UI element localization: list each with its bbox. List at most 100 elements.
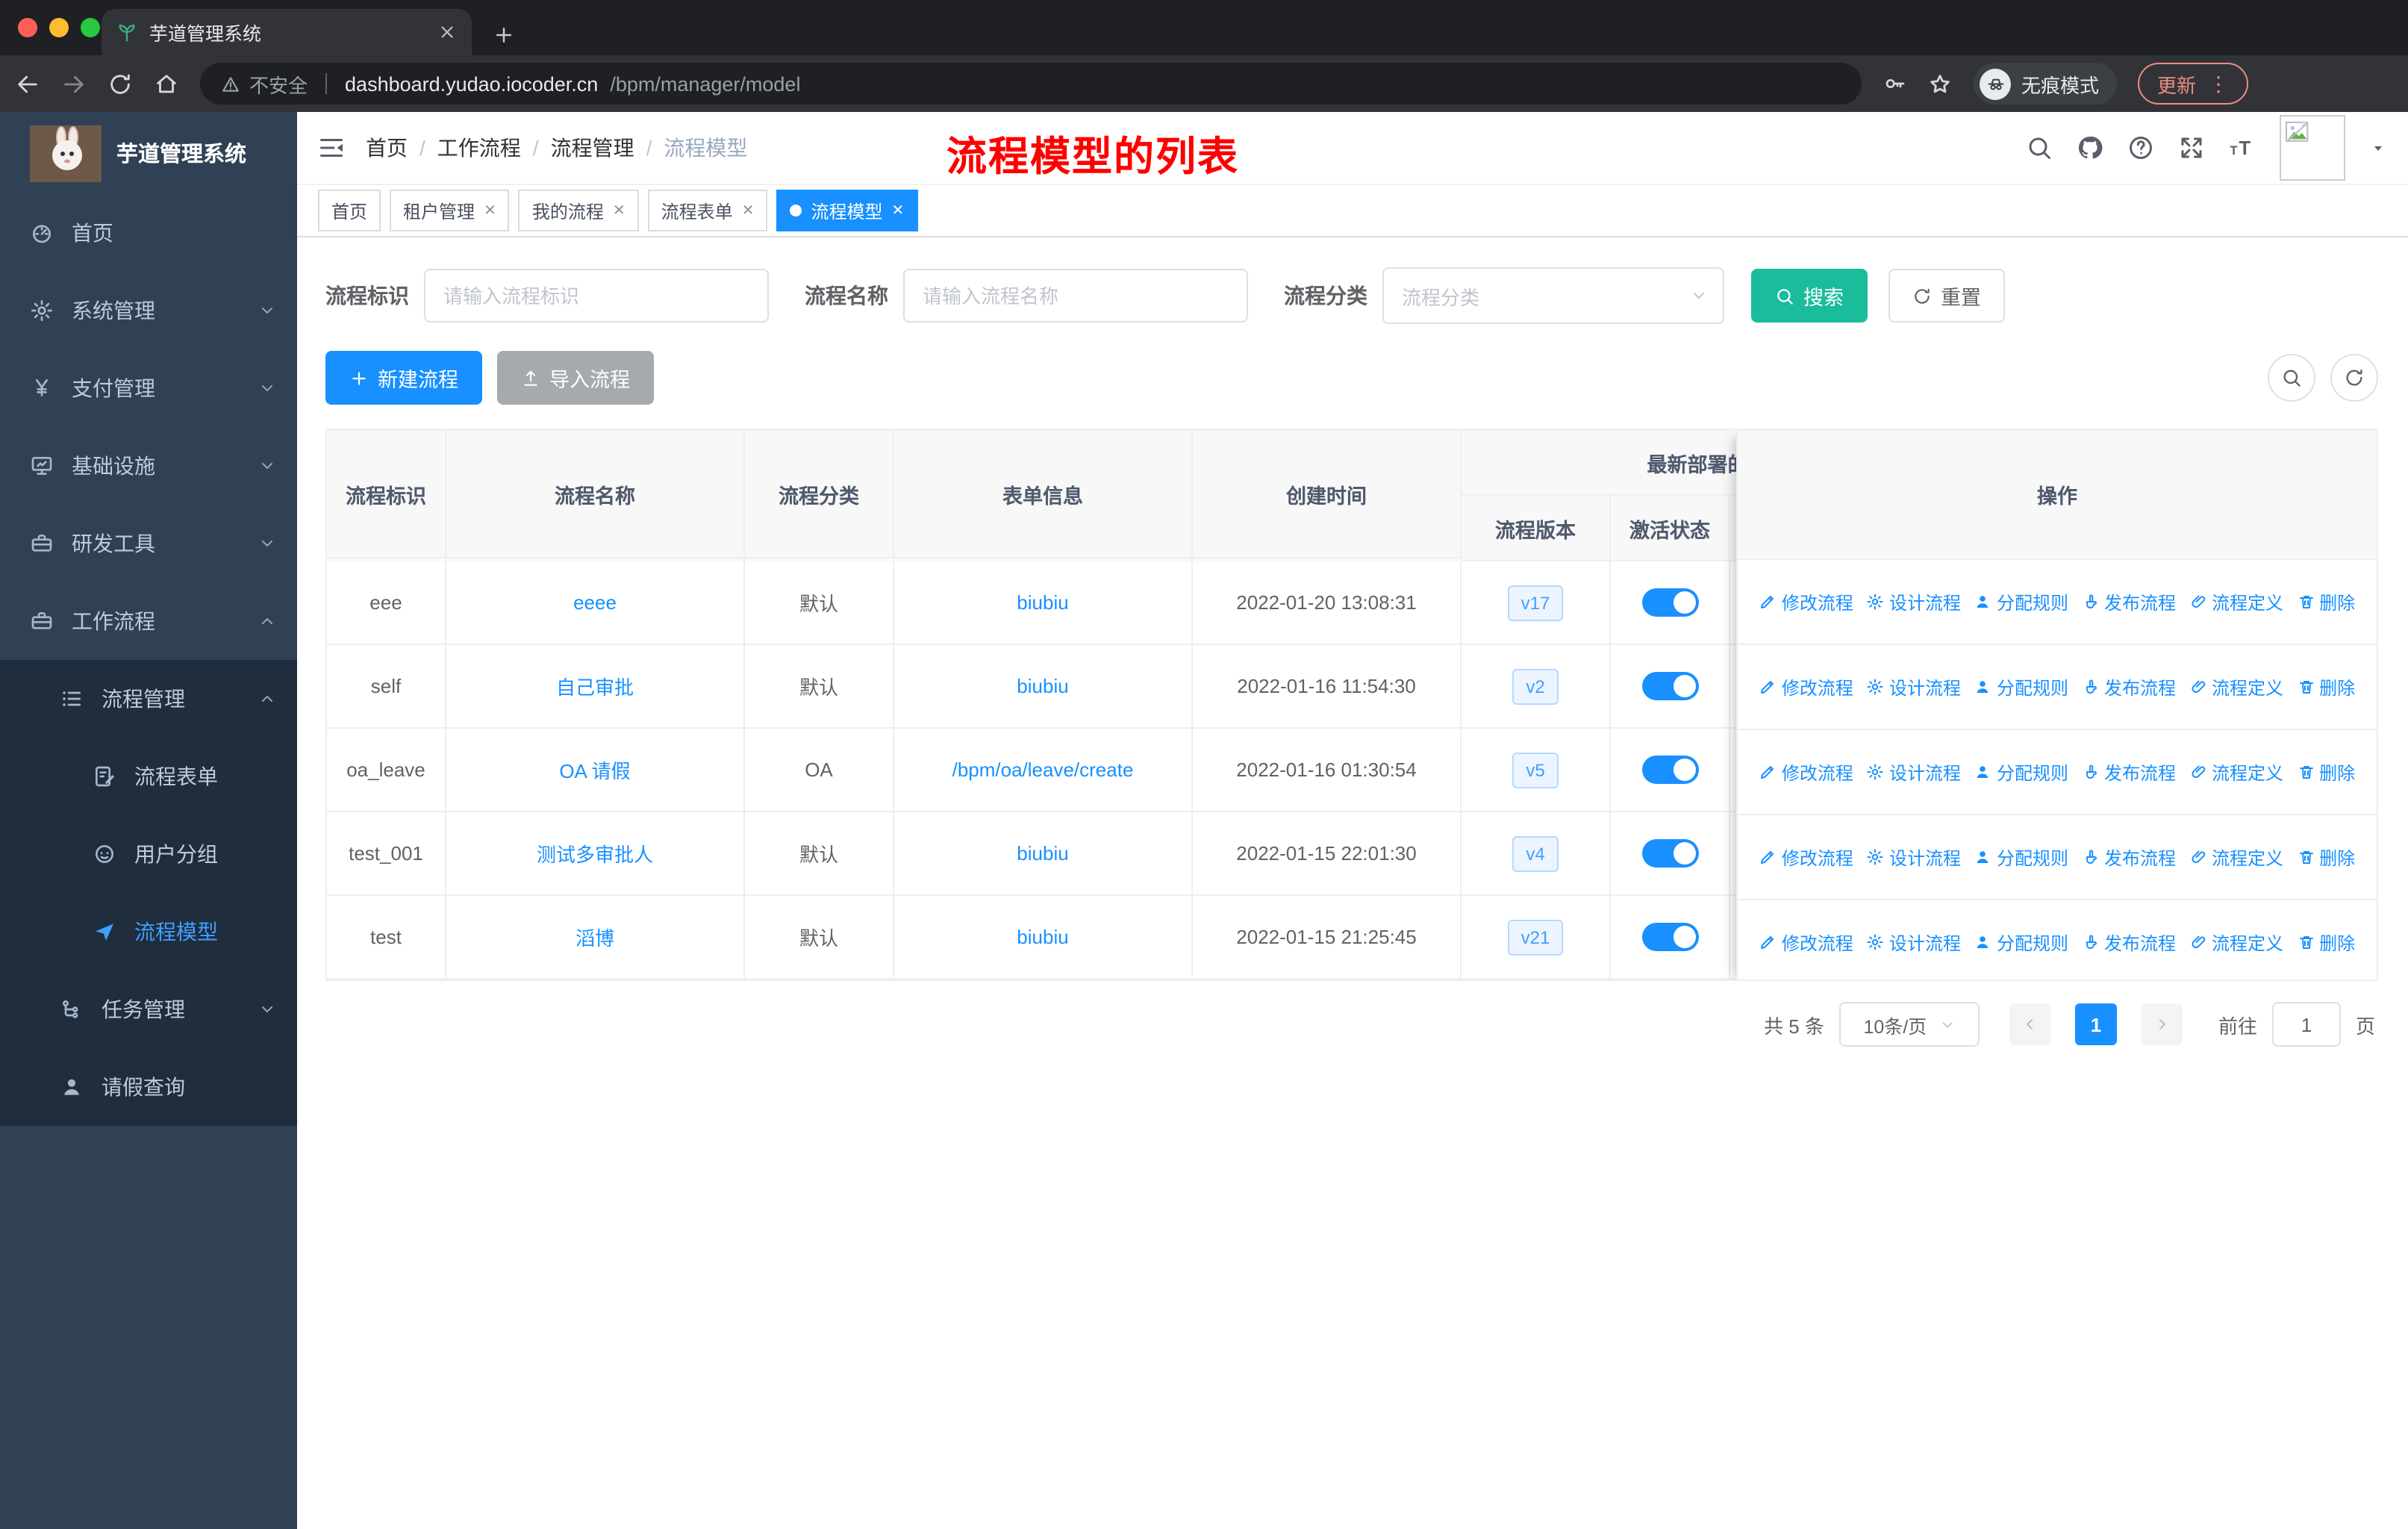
fullscreen-icon[interactable]	[2178, 134, 2205, 161]
action-delete-button[interactable]: 删除	[2297, 929, 2355, 955]
sidebar-item-devtools[interactable]: 研发工具	[0, 505, 297, 582]
tag-process-model[interactable]: 流程模型 ✕	[776, 190, 918, 231]
action-modify-button[interactable]: 修改流程	[1759, 674, 1853, 700]
bookmark-star-icon[interactable]	[1927, 71, 1953, 96]
active-toggle[interactable]	[1641, 839, 1698, 868]
page-size-select[interactable]: 10条/页	[1838, 1002, 1980, 1047]
breadcrumb-home[interactable]: 首页	[366, 133, 408, 163]
action-definition-button[interactable]: 流程定义	[2189, 844, 2283, 870]
forward-icon[interactable]	[61, 71, 87, 96]
security-warning[interactable]: 不安全	[221, 69, 308, 98]
sidebar-item-workflow[interactable]: 工作流程	[0, 582, 297, 660]
action-delete-button[interactable]: 删除	[2297, 674, 2355, 700]
active-toggle[interactable]	[1641, 588, 1698, 617]
action-publish-button[interactable]: 发布流程	[2082, 589, 2176, 614]
sidebar-item-process-form[interactable]: 流程表单	[0, 738, 297, 815]
breadcrumb-workflow[interactable]: 工作流程	[437, 133, 521, 163]
action-definition-button[interactable]: 流程定义	[2189, 759, 2283, 785]
create-process-button[interactable]: 新建流程	[325, 351, 482, 405]
action-delete-button[interactable]: 删除	[2297, 844, 2355, 870]
search-icon[interactable]	[2026, 134, 2053, 161]
sidebar-item-process-mgmt[interactable]: 流程管理	[0, 660, 297, 738]
font-size-icon[interactable]: TT	[2229, 134, 2256, 161]
goto-page-input[interactable]: 1	[2271, 1002, 2341, 1047]
sidebar-item-home[interactable]: 首页	[0, 194, 297, 272]
process-name-link[interactable]: OA 请假	[559, 756, 630, 784]
close-tab-icon[interactable]	[437, 22, 457, 42]
action-design-button[interactable]: 设计流程	[1867, 759, 1961, 785]
tag-process-form[interactable]: 流程表单 ✕	[647, 190, 768, 231]
tag-home[interactable]: 首页	[318, 190, 381, 231]
action-delete-button[interactable]: 删除	[2297, 589, 2355, 614]
action-definition-button[interactable]: 流程定义	[2189, 674, 2283, 700]
form-info-link[interactable]: /bpm/oa/leave/create	[952, 759, 1134, 781]
close-tag-icon[interactable]: ✕	[484, 202, 496, 219]
process-name-input[interactable]	[903, 269, 1248, 323]
category-select[interactable]: 流程分类	[1382, 267, 1724, 324]
action-assign-button[interactable]: 分配规则	[1974, 929, 2068, 955]
sidebar-item-leave-query[interactable]: 请假查询	[0, 1048, 297, 1126]
action-design-button[interactable]: 设计流程	[1867, 929, 1961, 955]
active-toggle[interactable]	[1641, 756, 1698, 784]
sidebar-item-system[interactable]: 系统管理	[0, 272, 297, 349]
action-assign-button[interactable]: 分配规则	[1974, 844, 2068, 870]
avatar[interactable]	[2280, 115, 2345, 181]
close-tag-icon[interactable]: ✕	[742, 202, 755, 219]
import-process-button[interactable]: 导入流程	[497, 351, 654, 405]
new-tab-button[interactable]	[493, 21, 515, 46]
logo-block[interactable]: 芋道管理系统	[0, 112, 297, 194]
reload-icon[interactable]	[107, 71, 133, 96]
process-name-link[interactable]: 测试多审批人	[537, 839, 653, 868]
process-name-link[interactable]: 滔博	[576, 923, 614, 951]
action-assign-button[interactable]: 分配规则	[1974, 759, 2068, 785]
action-assign-button[interactable]: 分配规则	[1974, 589, 2068, 614]
action-publish-button[interactable]: 发布流程	[2082, 844, 2176, 870]
action-publish-button[interactable]: 发布流程	[2082, 759, 2176, 785]
browser-tab[interactable]: 芋道管理系统	[102, 9, 472, 55]
sidebar-item-infra[interactable]: 基础设施	[0, 427, 297, 505]
action-design-button[interactable]: 设计流程	[1867, 844, 1961, 870]
action-assign-button[interactable]: 分配规则	[1974, 674, 2068, 700]
process-id-input[interactable]	[424, 269, 769, 323]
home-icon[interactable]	[154, 71, 179, 96]
show-search-button[interactable]	[2268, 354, 2315, 402]
update-button[interactable]: 更新 ⋮	[2138, 63, 2249, 105]
sidebar-item-user-group[interactable]: 用户分组	[0, 815, 297, 893]
sidebar-item-process-model[interactable]: 流程模型	[0, 893, 297, 971]
close-window-button[interactable]	[18, 18, 37, 37]
form-info-link[interactable]: biubiu	[1017, 675, 1068, 697]
hamburger-icon[interactable]	[318, 134, 345, 161]
action-delete-button[interactable]: 删除	[2297, 759, 2355, 785]
sidebar-item-payment[interactable]: 支付管理	[0, 349, 297, 427]
active-toggle[interactable]	[1641, 672, 1698, 700]
key-icon[interactable]	[1883, 72, 1906, 96]
search-button[interactable]: 搜索	[1751, 269, 1868, 323]
action-modify-button[interactable]: 修改流程	[1759, 589, 1853, 614]
menu-dots-icon[interactable]: ⋮	[2208, 71, 2229, 96]
reset-button[interactable]: 重置	[1888, 269, 2005, 323]
action-modify-button[interactable]: 修改流程	[1759, 844, 1853, 870]
help-icon[interactable]	[2127, 134, 2154, 161]
action-modify-button[interactable]: 修改流程	[1759, 759, 1853, 785]
form-info-link[interactable]: biubiu	[1017, 842, 1068, 865]
action-design-button[interactable]: 设计流程	[1867, 589, 1961, 614]
close-tag-icon[interactable]: ✕	[892, 202, 905, 219]
back-icon[interactable]	[15, 71, 40, 96]
window-controls[interactable]	[18, 18, 100, 37]
minimize-window-button[interactable]	[49, 18, 69, 37]
form-info-link[interactable]: biubiu	[1017, 926, 1068, 948]
form-info-link[interactable]: biubiu	[1017, 591, 1068, 614]
action-design-button[interactable]: 设计流程	[1867, 674, 1961, 700]
breadcrumb-process-mgmt[interactable]: 流程管理	[551, 133, 634, 163]
action-definition-button[interactable]: 流程定义	[2189, 589, 2283, 614]
active-toggle[interactable]	[1641, 923, 1698, 951]
address-bar[interactable]: 不安全 dashboard.yudao.iocoder.cn/bpm/manag…	[200, 63, 1862, 105]
sidebar-item-task-mgmt[interactable]: 任务管理	[0, 971, 297, 1048]
maximize-window-button[interactable]	[81, 18, 100, 37]
action-modify-button[interactable]: 修改流程	[1759, 929, 1853, 955]
close-tag-icon[interactable]: ✕	[613, 202, 626, 219]
action-publish-button[interactable]: 发布流程	[2082, 674, 2176, 700]
tag-tenant[interactable]: 租户管理 ✕	[390, 190, 510, 231]
next-page-button[interactable]	[2140, 1003, 2183, 1045]
process-name-link[interactable]: eeee	[573, 591, 617, 614]
